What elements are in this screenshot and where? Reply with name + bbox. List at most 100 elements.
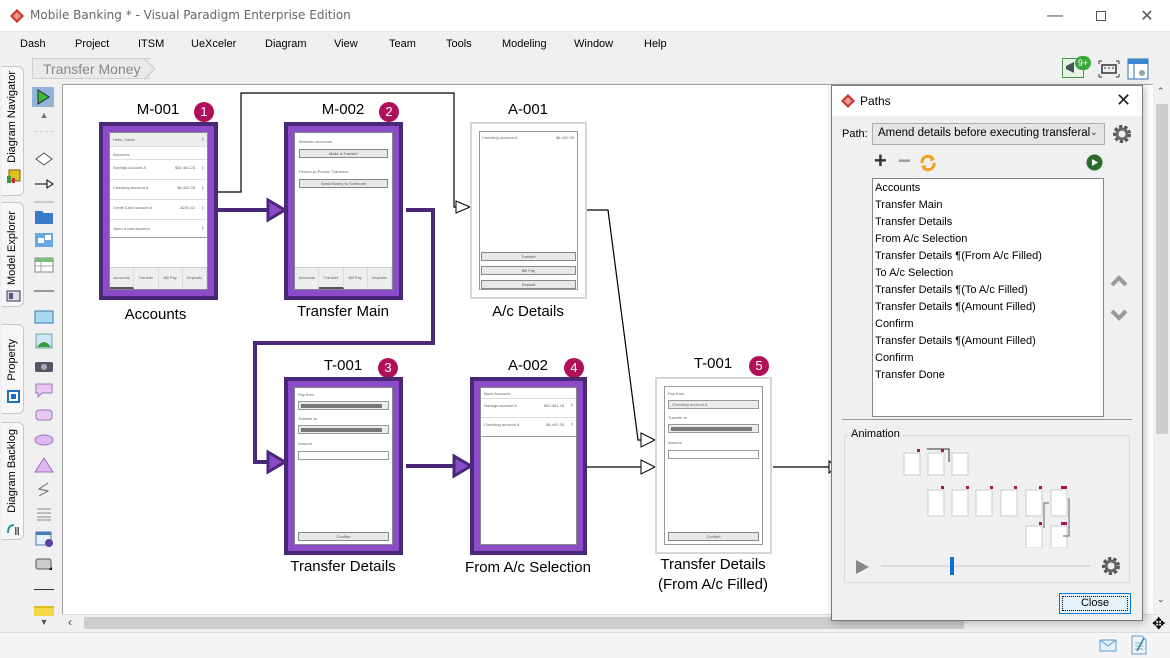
- breadcrumb[interactable]: Transfer Money: [32, 58, 151, 79]
- arrowhead: [266, 197, 288, 223]
- maximize-button[interactable]: [1078, 0, 1124, 32]
- fit-to-window-icon[interactable]: [1098, 60, 1120, 78]
- triangle-icon[interactable]: [34, 457, 54, 473]
- info-window-icon[interactable]: [34, 531, 54, 547]
- menu-itsm[interactable]: ITSM: [138, 38, 164, 50]
- text-lines-icon[interactable]: [34, 506, 54, 522]
- dialog-title: Paths: [860, 94, 891, 108]
- image-icon[interactable]: [34, 333, 54, 349]
- path-step-item[interactable]: Transfer Details: [875, 216, 952, 228]
- wf-header: Hello, David: [113, 137, 135, 142]
- play-path-icon[interactable]: [1086, 154, 1103, 171]
- path-step-item[interactable]: Confirm: [875, 318, 914, 330]
- minimize-button[interactable]: —: [1032, 0, 1078, 32]
- rectangle-icon[interactable]: [34, 309, 54, 325]
- table-icon[interactable]: [34, 257, 54, 273]
- stamp-icon[interactable]: [34, 556, 54, 572]
- minimize-icon: —: [1047, 7, 1063, 24]
- animation-slider-thumb[interactable]: [950, 557, 955, 575]
- play-icon[interactable]: [853, 558, 871, 576]
- menu-team[interactable]: Team: [389, 38, 416, 50]
- flow-arrow-icon[interactable]: [34, 176, 54, 192]
- close-window-button[interactable]: ✕: [1124, 0, 1170, 32]
- animation-settings-gear-icon[interactable]: [1101, 556, 1121, 576]
- folder-icon[interactable]: [34, 209, 54, 225]
- menu-view[interactable]: View: [334, 38, 358, 50]
- tab-model-explorer[interactable]: Model Explorer: [2, 202, 24, 307]
- wf-section: Person-to-Person Transfers: [299, 169, 349, 174]
- menu-help[interactable]: Help: [644, 38, 667, 50]
- wireframe-transfer-details[interactable]: Pay from Transfer to Amount Confirm: [284, 377, 403, 555]
- dialog-title-bar[interactable]: Paths ✕: [832, 86, 1142, 116]
- path-dropdown[interactable]: Amend details before executing transfera…: [872, 123, 1105, 145]
- callout-icon[interactable]: [34, 382, 54, 398]
- scroll-left-icon[interactable]: ‹: [68, 615, 72, 629]
- dialog-close-icon[interactable]: ✕: [1116, 90, 1131, 111]
- path-dropdown-value: Amend details before executing transfera…: [878, 127, 1091, 139]
- menu-window[interactable]: Window: [574, 38, 613, 50]
- path-step-item[interactable]: From A/c Selection: [875, 233, 967, 245]
- menu-dash[interactable]: Dash: [20, 38, 46, 50]
- tab-property[interactable]: Property: [2, 324, 24, 414]
- animation-slider-track[interactable]: [881, 565, 1091, 567]
- ellipse-icon[interactable]: [34, 432, 54, 448]
- menu-project[interactable]: Project: [75, 38, 109, 50]
- tab-diagram-backlog[interactable]: Diagram Backlog: [2, 422, 24, 540]
- path-step-item[interactable]: Transfer Done: [875, 369, 945, 381]
- path-steps-list[interactable]: Accounts Transfer Main Transfer Details Fro…: [872, 178, 1104, 417]
- decision-shape-icon[interactable]: [34, 151, 54, 167]
- refresh-icon[interactable]: [919, 154, 937, 172]
- path-step-item[interactable]: To A/c Selection: [875, 267, 953, 279]
- wireframe-ac-details[interactable]: Checking account A $6,400.35 Transfer Bi…: [470, 122, 587, 299]
- pan-icon[interactable]: ✥: [1152, 614, 1165, 634]
- menu-uexceler[interactable]: UeXceler: [191, 38, 236, 50]
- layout-panel-icon[interactable]: [1127, 58, 1149, 80]
- add-path-icon[interactable]: +: [874, 150, 887, 172]
- wireframe-transfer-main[interactable]: Between Accounts Make a Transfer Person-…: [284, 122, 403, 300]
- move-up-icon[interactable]: [1110, 274, 1128, 288]
- divider: [842, 419, 1132, 420]
- vertical-scrollbar[interactable]: ⌃ ⌄: [1153, 84, 1170, 614]
- diagram-navigator-icon: [7, 169, 21, 183]
- path-step-item[interactable]: Transfer Details ¶(To A/c Filled): [875, 284, 1028, 296]
- path-step-item[interactable]: Accounts: [875, 182, 920, 194]
- tab-diagram-navigator[interactable]: Diagram Navigator: [2, 66, 24, 196]
- wireframe-accounts[interactable]: Hello, David › Accounts Savings account A…: [99, 122, 218, 300]
- menu-diagram[interactable]: Diagram: [265, 38, 307, 50]
- title-bar: Mobile Banking * - Visual Paradigm Enter…: [0, 0, 1170, 32]
- diagram-backlog-icon: [7, 524, 19, 535]
- zigzag-line-icon[interactable]: [34, 481, 54, 497]
- menu-tools[interactable]: Tools: [446, 38, 472, 50]
- camera-icon[interactable]: [34, 358, 54, 374]
- path-step-item[interactable]: Transfer Details ¶(Amount Filled): [875, 301, 1036, 313]
- node-id: A-001: [507, 101, 549, 118]
- wf-button: Make a Transfer: [299, 149, 388, 158]
- wf-row-name: Credit Card account A: [113, 205, 153, 210]
- wf-field-label: Pay from: [298, 392, 315, 397]
- vertical-scroll-thumb[interactable]: [1156, 104, 1168, 434]
- path-step-item[interactable]: Transfer Details ¶(From A/c Filled): [875, 250, 1042, 262]
- move-down-icon[interactable]: [1110, 308, 1128, 322]
- property-icon: [7, 390, 20, 403]
- note-tool[interactable]: [34, 606, 54, 616]
- path-step-item[interactable]: Transfer Main: [875, 199, 942, 211]
- path-step-item[interactable]: Transfer Details ¶(Amount Filled): [875, 335, 1036, 347]
- mail-icon[interactable]: [1099, 639, 1117, 652]
- menu-modeling[interactable]: Modeling: [502, 38, 547, 50]
- wireframe-transfer-details-filled[interactable]: Pay from Checking account A Transfer to …: [655, 377, 772, 554]
- scroll-down-icon[interactable]: ▼: [34, 617, 54, 633]
- scroll-down-icon[interactable]: ⌄: [1157, 594, 1165, 605]
- close-button[interactable]: Close: [1059, 593, 1131, 614]
- scroll-up-icon[interactable]: ⌃: [1157, 86, 1165, 97]
- path-settings-gear-icon[interactable]: [1112, 124, 1132, 144]
- remove-path-icon[interactable]: −: [898, 150, 911, 172]
- select-tool[interactable]: [32, 87, 54, 107]
- rounded-rectangle-icon[interactable]: [34, 407, 54, 423]
- side-tab-strip: Diagram Navigator Model Explorer Propert…: [0, 62, 26, 622]
- wf-row-name: Checking account A: [484, 422, 520, 427]
- path-step-item[interactable]: Confirm: [875, 352, 914, 364]
- edit-document-icon[interactable]: [1131, 635, 1147, 655]
- screen-flow-icon[interactable]: [34, 232, 54, 248]
- wireframe-from-selection[interactable]: Bank Accounts Savings account A $52,461.2…: [470, 377, 587, 555]
- scroll-up-icon[interactable]: ▲: [34, 110, 54, 126]
